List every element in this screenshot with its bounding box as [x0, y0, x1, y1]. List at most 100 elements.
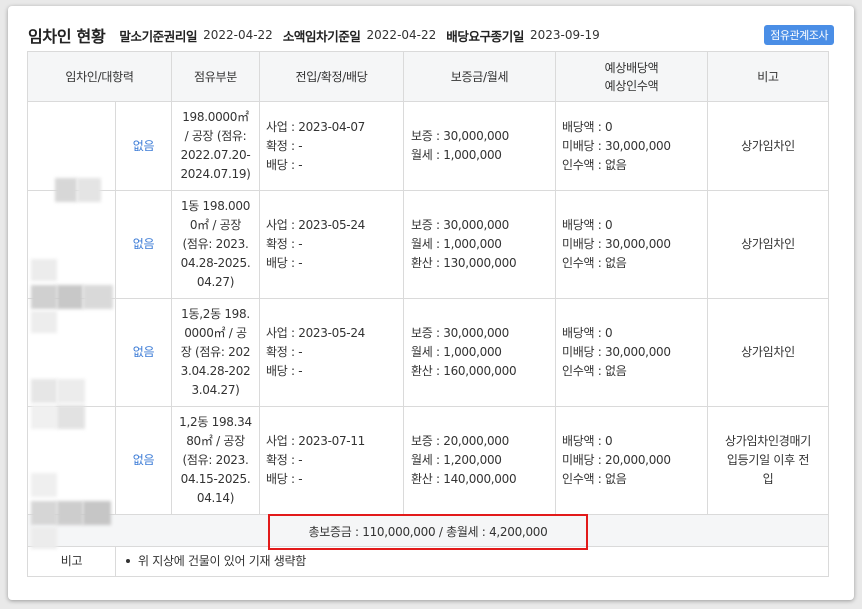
occupancy-line: / 공장 (점유:	[184, 129, 247, 143]
total-row: 총보증금 : 110,000,000 / 총월세 : 4,200,000	[27, 513, 829, 550]
opposing-power-cell: 없음	[115, 190, 172, 299]
occupancy-line: 1동,2동 198.	[181, 307, 250, 321]
tenant-name-cell	[27, 190, 116, 333]
total-summary: 총보증금 : 110,000,000 / 총월세 : 4,200,000	[268, 513, 588, 550]
expected-cell: 배당액 : 0 미배당 : 30,000,000 인수액 : 없음	[555, 101, 708, 191]
note-cell: 상가임차인경매기 입등기일 이후 전 입	[707, 406, 829, 515]
assumed-amount: 인수액 : 없음	[562, 472, 627, 486]
occupancy-line: 80㎡ / 공장	[186, 434, 245, 448]
occupancy-line: 1동 198.000	[180, 199, 251, 213]
expected-cell: 배당액 : 0 미배당 : 30,000,000 인수액 : 없음	[555, 190, 708, 299]
occupancy-line: 04.14)	[196, 491, 235, 505]
opposing-power-cell: 없음	[115, 406, 172, 515]
monthly-rent: 월세 : 1,000,000	[411, 237, 502, 251]
monthly-rent: 월세 : 1,000,000	[411, 345, 502, 359]
col-header-dates: 전입/확정/배당	[259, 51, 404, 102]
occupancy-line: 2024.07.19)	[180, 167, 251, 181]
converted-amount: 환산 : 140,000,000	[411, 472, 517, 486]
occupancy-line: 0000㎡ / 공	[184, 326, 247, 340]
tenant-table: 임차인/대항력 점유부분 전입/확정/배당 보증금/월세 예상배당액 예상인수액…	[27, 51, 829, 577]
dividend-deadline-label: 배당요구종기일	[446, 28, 524, 44]
occupancy-line: 장 (점유: 202	[180, 345, 251, 359]
occupancy-survey-button[interactable]: 점유관계조사	[764, 25, 834, 45]
tenant-name-cell	[27, 101, 116, 202]
converted-amount: 환산 : 160,000,000	[411, 364, 517, 378]
opposing-power-link[interactable]: 없음	[133, 453, 155, 467]
expected-cell: 배당액 : 0 미배당 : 30,000,000 인수액 : 없음	[555, 298, 708, 407]
dividend-amount: 배당액 : 0	[562, 218, 613, 232]
occupancy-line: 1,2동 198.34	[179, 415, 252, 429]
opposing-power-cell: 없음	[115, 101, 172, 191]
table-row: 없음 198.0000㎡ / 공장 (점유: 2022.07.20- 2024.…	[27, 101, 829, 202]
note-text: 상가임차인	[741, 345, 795, 359]
occupancy-line: 2022.07.20-	[180, 148, 251, 162]
monthly-rent: 월세 : 1,000,000	[411, 148, 502, 162]
small-lease-date-label: 소액임차기준일	[282, 28, 361, 44]
panel-title: 임차인 현황	[28, 27, 106, 46]
deposit-amount: 보증 : 30,000,000	[411, 129, 509, 143]
opposing-power-link[interactable]: 없음	[133, 139, 155, 153]
dividend-amount: 배당액 : 0	[562, 119, 613, 134]
opposing-power-link[interactable]: 없음	[133, 237, 155, 251]
col-header-expected-line2: 예상인수액	[604, 78, 659, 93]
note-text: 입	[762, 472, 774, 486]
table-row: 없음 1동 198.000 0㎡ / 공장 (점유: 2023. 04.28-2…	[27, 190, 829, 333]
confirm-date: 확정 : -	[266, 453, 303, 467]
panel-header: 임차인 현황 말소기준권리일 2022-04-22 소액임차기준일 2022-0…	[28, 22, 834, 48]
col-header-expected: 예상배당액 예상인수액	[555, 51, 708, 102]
note-text: 상가임차인	[741, 237, 795, 251]
occupancy-line: (점유: 2023.	[182, 453, 249, 467]
note-cell: 상가임차인	[707, 298, 829, 407]
occupancy-cell: 1동,2동 198. 0000㎡ / 공 장 (점유: 202 3.04.28-…	[171, 298, 260, 407]
dividend-amount: 배당액 : 0	[562, 326, 613, 340]
remarks-label: 비고	[27, 546, 116, 577]
monthly-rent: 월세 : 1,200,000	[411, 453, 502, 467]
confirm-date: 확정 : -	[266, 138, 303, 153]
assumed-amount: 인수액 : 없음	[562, 256, 627, 270]
malso-date-value: 2022-04-22	[203, 28, 273, 42]
opposing-power-cell: 없음	[115, 298, 172, 407]
tenant-status-panel: 임차인 현황 말소기준권리일 2022-04-22 소액임차기준일 2022-0…	[8, 6, 854, 600]
malso-date-label: 말소기준권리일	[119, 28, 198, 44]
business-date: 사업 : 2023-05-24	[266, 326, 365, 340]
occupancy-line: 198.0000㎡	[182, 110, 249, 124]
occupancy-line: 3.04.28-202	[180, 364, 251, 378]
deposit-amount: 보증 : 30,000,000	[411, 326, 509, 340]
remark-item: 위 지상에 건물이 있어 기재 생략함	[138, 554, 306, 568]
undistributed-amount: 미배당 : 30,000,000	[562, 138, 671, 153]
deposit-amount: 보증 : 20,000,000	[411, 434, 509, 448]
dates-cell: 사업 : 2023-07-11 확정 : - 배당 : -	[259, 406, 404, 515]
undistributed-amount: 미배당 : 20,000,000	[562, 453, 671, 467]
deposit-cell: 보증 : 30,000,000 월세 : 1,000,000 환산 : 160,…	[403, 298, 556, 407]
business-date: 사업 : 2023-07-11	[266, 434, 365, 448]
total-cell: 총보증금 : 110,000,000 / 총월세 : 4,200,000	[27, 513, 829, 550]
deposit-cell: 보증 : 20,000,000 월세 : 1,200,000 환산 : 140,…	[403, 406, 556, 515]
note-text: 입등기일 이후 전	[726, 453, 810, 467]
col-header-expected-line1: 예상배당액	[604, 60, 659, 75]
deposit-cell: 보증 : 30,000,000 월세 : 1,000,000	[403, 101, 556, 191]
note-text: 상가임차인경매기	[725, 434, 811, 448]
dates-cell: 사업 : 2023-05-24 확정 : - 배당 : -	[259, 298, 404, 407]
dates-cell: 사업 : 2023-04-07 확정 : - 배당 : -	[259, 101, 404, 191]
deposit-amount: 보증 : 30,000,000	[411, 218, 509, 232]
dividend-deadline-value: 2023-09-19	[529, 28, 600, 42]
small-lease-date-value: 2022-04-22	[366, 28, 437, 42]
col-header-note: 비고	[707, 51, 829, 102]
note-text: 상가임차인	[741, 138, 795, 153]
occupancy-cell: 1,2동 198.34 80㎡ / 공장 (점유: 2023. 04.15-20…	[171, 406, 260, 515]
confirm-date: 확정 : -	[266, 237, 303, 251]
expected-cell: 배당액 : 0 미배당 : 20,000,000 인수액 : 없음	[555, 406, 708, 515]
note-cell: 상가임차인	[707, 190, 829, 299]
dividend-date: 배당 : -	[266, 364, 303, 378]
occupancy-line: 04.27)	[196, 275, 235, 289]
dividend-date: 배당 : -	[266, 256, 303, 270]
converted-amount: 환산 : 130,000,000	[411, 256, 517, 270]
table-row: 없음 1동,2동 198. 0000㎡ / 공 장 (점유: 202 3.04.…	[27, 298, 829, 429]
opposing-power-link[interactable]: 없음	[133, 345, 155, 359]
dividend-date: 배당 : -	[266, 157, 303, 172]
assumed-amount: 인수액 : 없음	[562, 157, 627, 172]
business-date: 사업 : 2023-04-07	[266, 119, 365, 134]
dates-cell: 사업 : 2023-05-24 확정 : - 배당 : -	[259, 190, 404, 299]
col-header-tenant: 임차인/대항력	[27, 51, 172, 102]
bullet-icon	[126, 558, 130, 563]
